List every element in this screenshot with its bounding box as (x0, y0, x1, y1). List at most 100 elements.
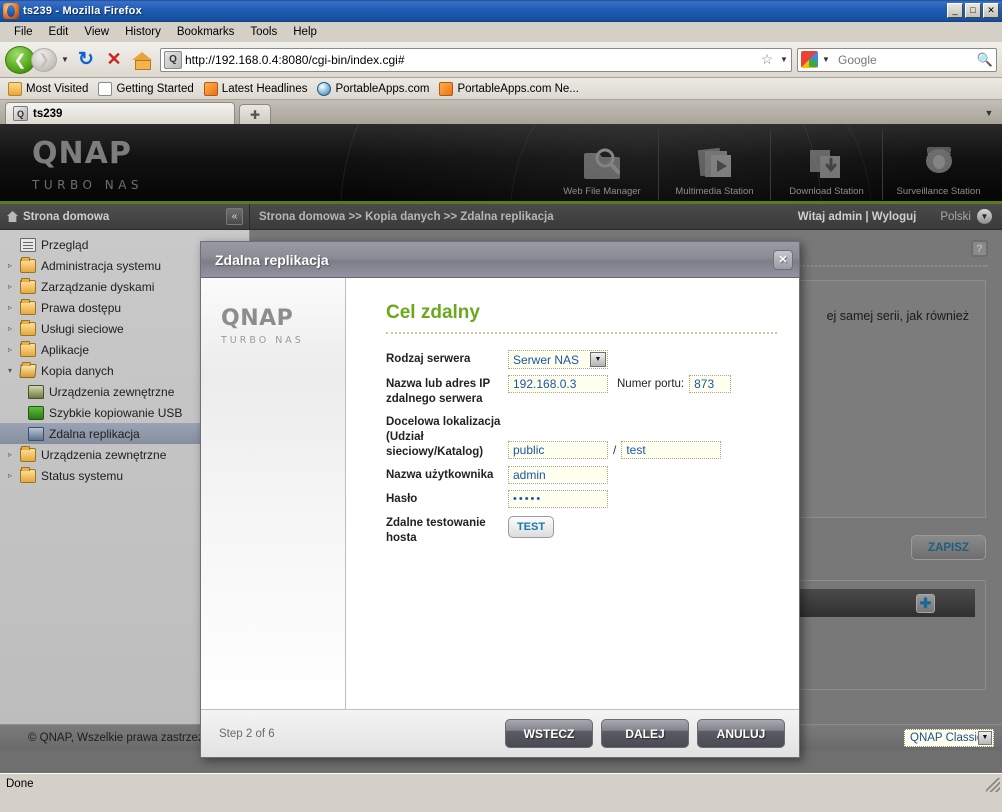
user-greeting[interactable]: Witaj admin | Wyloguj (798, 211, 917, 223)
station-label: Surveillance Station (896, 186, 981, 197)
menu-help[interactable]: Help (285, 24, 325, 40)
dialog-heading: Cel zdalny (386, 302, 480, 323)
maximize-button[interactable]: □ (965, 3, 981, 18)
menu-file[interactable]: File (6, 24, 41, 40)
expand-arrow-icon[interactable]: ▹ (8, 303, 20, 312)
tab-favicon: Q (13, 106, 28, 121)
test-button[interactable]: TEST (508, 516, 554, 538)
chevron-down-icon[interactable]: ▼ (590, 352, 606, 367)
menu-edit[interactable]: Edit (41, 24, 77, 40)
qnap-banner: QNAP TURBO NAS Web File Manager Multimed… (0, 124, 1002, 204)
resize-grip[interactable] (986, 778, 1000, 792)
reload-icon[interactable]: ↻ (73, 47, 99, 73)
username-input[interactable]: admin (508, 466, 608, 484)
search-icon[interactable]: 🔍 (974, 52, 996, 68)
device-icon (28, 384, 44, 399)
close-icon[interactable]: ✕ (773, 249, 793, 270)
save-button[interactable]: ZAPISZ (911, 535, 986, 560)
destination-share-input[interactable]: public (508, 441, 608, 459)
dialog-logo-text: QNAP (221, 306, 294, 331)
help-icon[interactable]: ? (971, 240, 988, 257)
qnap-logo-text: QNAP (32, 136, 132, 171)
station-web-file-manager[interactable]: Web File Manager (546, 130, 658, 200)
bookmark-getting-started[interactable]: Getting Started (96, 81, 198, 97)
bookmark-most-visited[interactable]: Most Visited (6, 81, 93, 97)
breadcrumb[interactable]: Strona domowa >> Kopia danych >> Zdalna … (259, 211, 798, 223)
url-dropdown-icon[interactable]: ▼ (777, 55, 791, 64)
cancel-button[interactable]: ANULUJ (697, 719, 785, 748)
bookmark-portableapps-news[interactable]: PortableApps.com Ne... (437, 81, 583, 97)
tab-ts239[interactable]: Q ts239 (5, 102, 235, 124)
expand-arrow-icon[interactable]: ▹ (8, 345, 20, 354)
qnap-logo: QNAP TURBO NAS (32, 136, 143, 192)
search-engine-caret-icon[interactable]: ▼ (819, 55, 833, 64)
home-icon (7, 211, 18, 222)
sidebar-item-label: Kopia danych (41, 363, 114, 378)
theme-select[interactable]: QNAP Classic ▼ (904, 728, 994, 747)
sidebar-item-label: Prawa dostępu (41, 300, 122, 315)
sidebar-item-label: Usługi sieciowe (41, 321, 124, 336)
host-input[interactable]: 192.168.0.3 (508, 375, 608, 393)
globe-icon (317, 81, 332, 96)
add-button[interactable]: ✚ (916, 593, 935, 613)
google-icon (801, 51, 818, 68)
menu-bookmarks[interactable]: Bookmarks (169, 24, 243, 40)
chevron-down-icon[interactable]: ▼ (978, 730, 992, 745)
menu-tools[interactable]: Tools (242, 24, 285, 40)
folder-icon (20, 445, 36, 462)
search-input[interactable]: Google (833, 53, 974, 67)
home-icon[interactable] (129, 47, 155, 73)
sidebar-item-label: Administracja systemu (41, 258, 162, 273)
window-titlebar: ts239 - Mozilla Firefox _ □ ✕ (0, 0, 1002, 22)
server-type-select[interactable]: Serwer NAS ▼ (508, 350, 608, 369)
collapse-arrow-icon[interactable]: ▾ (8, 366, 20, 375)
qnap-logo-subtext: TURBO NAS (32, 178, 144, 192)
station-multimedia[interactable]: Multimedia Station (658, 130, 770, 200)
password-label: Hasło (386, 493, 418, 505)
bookmark-label: Getting Started (116, 82, 194, 95)
next-button[interactable]: DALEJ (601, 719, 689, 748)
server-type-value: Serwer NAS (513, 352, 580, 367)
stop-icon[interactable]: ✕ (101, 47, 127, 73)
new-tab-button[interactable]: ✚ (239, 104, 271, 124)
username-label: Nazwa użytkownika (386, 469, 494, 481)
field-row-test-host: Zdalne testowanie hosta TEST (386, 514, 777, 546)
close-button[interactable]: ✕ (983, 3, 999, 18)
bookmark-latest-headlines[interactable]: Latest Headlines (202, 81, 313, 97)
expand-arrow-icon[interactable]: ▹ (8, 261, 20, 270)
address-bar[interactable]: Q http://192.168.0.4:8080/cgi-bin/index.… (160, 47, 792, 72)
port-input[interactable]: 873 (689, 375, 732, 393)
minimize-button[interactable]: _ (947, 3, 963, 18)
list-all-tabs-icon[interactable]: ▼ (980, 104, 998, 122)
search-bar[interactable]: ▼ Google 🔍 (797, 47, 997, 72)
expand-arrow-icon[interactable]: ▹ (8, 450, 20, 459)
bookmark-label: Latest Headlines (221, 82, 308, 95)
expand-arrow-icon[interactable]: ▹ (8, 471, 20, 480)
station-links: Web File Manager Multimedia Station Down… (546, 130, 994, 200)
forward-button[interactable]: ❯ (31, 47, 57, 72)
station-surveillance[interactable]: Surveillance Station (882, 130, 994, 200)
folder-icon (20, 298, 36, 315)
chevron-down-icon[interactable]: ▼ (977, 209, 992, 224)
sidebar-item-label: Urządzenia zewnętrzne (49, 384, 175, 399)
destination-folder-input[interactable]: test (621, 441, 722, 459)
menubar: File Edit View History Bookmarks Tools H… (0, 22, 1002, 42)
password-input[interactable]: ••••• (508, 490, 608, 508)
url-input[interactable]: http://192.168.0.4:8080/cgi-bin/index.cg… (185, 53, 757, 67)
expand-arrow-icon[interactable]: ▹ (8, 324, 20, 333)
firefox-icon (3, 3, 19, 19)
expand-arrow-icon[interactable]: ▹ (8, 282, 20, 291)
folder-icon (20, 466, 36, 483)
bookmark-portableapps[interactable]: PortableApps.com (315, 81, 434, 97)
collapse-sidebar-button[interactable]: « (226, 208, 243, 225)
window-controls: _ □ ✕ (947, 3, 999, 18)
bookmark-star-icon[interactable]: ☆ (757, 51, 777, 68)
menu-history[interactable]: History (117, 24, 169, 40)
menu-view[interactable]: View (76, 24, 117, 40)
back-button[interactable]: WSTECZ (505, 719, 593, 748)
tab-bar: Q ts239 ✚ ▼ (0, 100, 1002, 124)
sidebar-item-label: Aplikacje (41, 342, 90, 357)
field-row-password: Hasło ••••• (386, 490, 777, 508)
history-dropdown-icon[interactable]: ▼ (59, 48, 71, 72)
station-download[interactable]: Download Station (770, 130, 882, 200)
